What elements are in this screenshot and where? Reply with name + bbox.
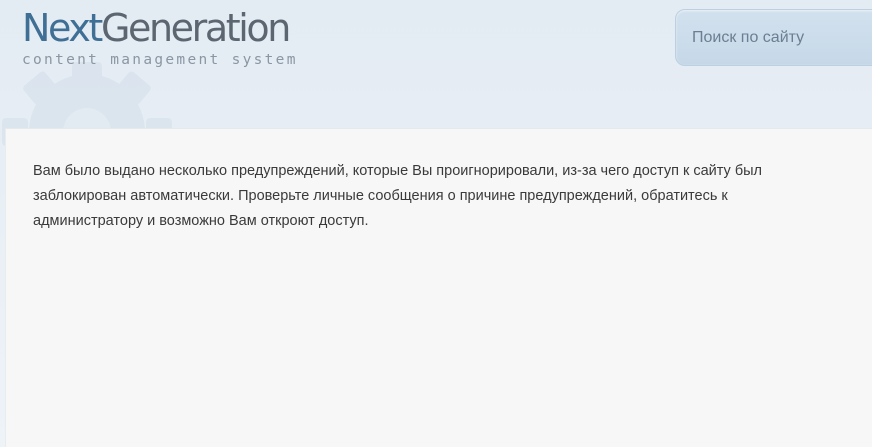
- blocked-message: Вам было выдано несколько предупреждений…: [33, 163, 763, 229]
- search-input[interactable]: [692, 10, 872, 65]
- content-panel: Вам было выдано несколько предупреждений…: [5, 128, 872, 447]
- logo-text-generation: Generation: [100, 6, 291, 50]
- search-box[interactable]: [675, 9, 872, 66]
- logo-tagline: content management system: [22, 52, 298, 68]
- logo-title: NextGeneration: [22, 6, 291, 50]
- site-logo[interactable]: NextGeneration content management system: [22, 6, 322, 74]
- logo-text-next: Next: [22, 6, 103, 50]
